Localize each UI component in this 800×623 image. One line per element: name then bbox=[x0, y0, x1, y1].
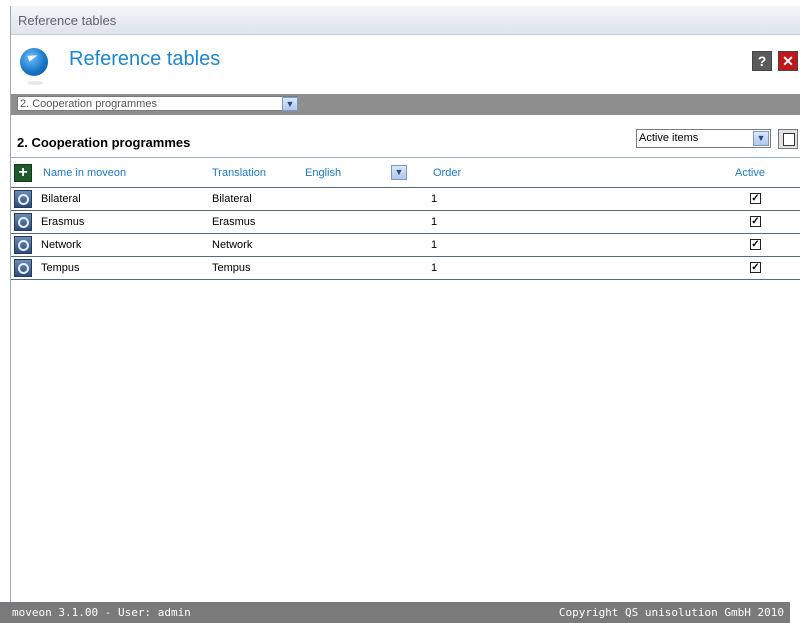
table-header: + Name in moveon Translation English ▼ O… bbox=[11, 157, 800, 188]
page-header: Reference tables ? ✕ bbox=[11, 34, 800, 94]
cell-order: 1 bbox=[431, 216, 438, 228]
cell-translation: Tempus bbox=[212, 262, 251, 274]
version-user-text: moveon 3.1.00 - User: admin bbox=[12, 606, 191, 619]
table-row: Tempus Tempus 1 ✓ bbox=[11, 257, 800, 280]
table-row: Erasmus Erasmus 1 ✓ bbox=[11, 211, 800, 234]
table-row: Bilateral Bilateral 1 ✓ bbox=[11, 188, 800, 211]
cell-translation: Network bbox=[212, 239, 253, 251]
logo-shadow bbox=[27, 81, 43, 85]
column-active[interactable]: Active bbox=[735, 167, 765, 179]
view-item-button[interactable] bbox=[14, 259, 32, 277]
column-order[interactable]: Order bbox=[433, 167, 461, 179]
view-item-button[interactable] bbox=[14, 190, 32, 208]
items-filter-select[interactable]: Active items bbox=[636, 129, 771, 148]
cell-name: Network bbox=[41, 239, 82, 251]
table-selector-bar: 2. Cooperation programmes ▼ bbox=[11, 94, 800, 115]
print-button[interactable] bbox=[778, 129, 798, 149]
status-footer: moveon 3.1.00 - User: admin Copyright QS… bbox=[0, 602, 790, 623]
cell-name: Erasmus bbox=[41, 216, 85, 228]
active-checkbox[interactable]: ✓ bbox=[750, 239, 761, 250]
cell-translation: Bilateral bbox=[212, 193, 252, 205]
active-checkbox[interactable]: ✓ bbox=[750, 262, 761, 273]
add-item-button[interactable]: + bbox=[14, 164, 32, 182]
column-name-in-moveon[interactable]: Name in moveon bbox=[43, 167, 126, 179]
close-button[interactable]: ✕ bbox=[778, 51, 798, 71]
cell-name: Tempus bbox=[41, 262, 80, 274]
window-title: Reference tables bbox=[18, 13, 117, 28]
cell-order: 1 bbox=[431, 262, 438, 274]
column-language: English bbox=[305, 167, 342, 179]
active-checkbox[interactable]: ✓ bbox=[750, 216, 761, 227]
copyright-text: Copyright QS unisolution GmbH 2010 bbox=[558, 606, 784, 619]
cell-order: 1 bbox=[431, 239, 438, 251]
table-row: Network Network 1 ✓ bbox=[11, 234, 800, 257]
active-checkbox[interactable]: ✓ bbox=[750, 193, 761, 204]
chevron-down-icon[interactable]: ▼ bbox=[753, 131, 769, 146]
cell-order: 1 bbox=[431, 193, 438, 205]
cell-name: Bilateral bbox=[41, 193, 81, 205]
cell-translation: Erasmus bbox=[212, 216, 256, 228]
printer-icon bbox=[783, 133, 795, 146]
section-title: 2. Cooperation programmes bbox=[17, 135, 191, 150]
window-titlebar: Reference tables bbox=[11, 6, 800, 35]
page-title: Reference tables bbox=[69, 48, 221, 70]
chevron-down-icon[interactable]: ▼ bbox=[282, 97, 298, 111]
view-item-button[interactable] bbox=[14, 213, 32, 231]
language-dropdown-button[interactable]: ▼ bbox=[391, 165, 407, 180]
help-button[interactable]: ? bbox=[752, 51, 772, 71]
reference-table-select[interactable]: 2. Cooperation programmes bbox=[17, 96, 297, 111]
view-item-button[interactable] bbox=[14, 236, 32, 254]
column-translation[interactable]: Translation bbox=[212, 167, 266, 179]
reference-tables-window: Reference tables Reference tables ? ✕ 2.… bbox=[10, 6, 800, 623]
